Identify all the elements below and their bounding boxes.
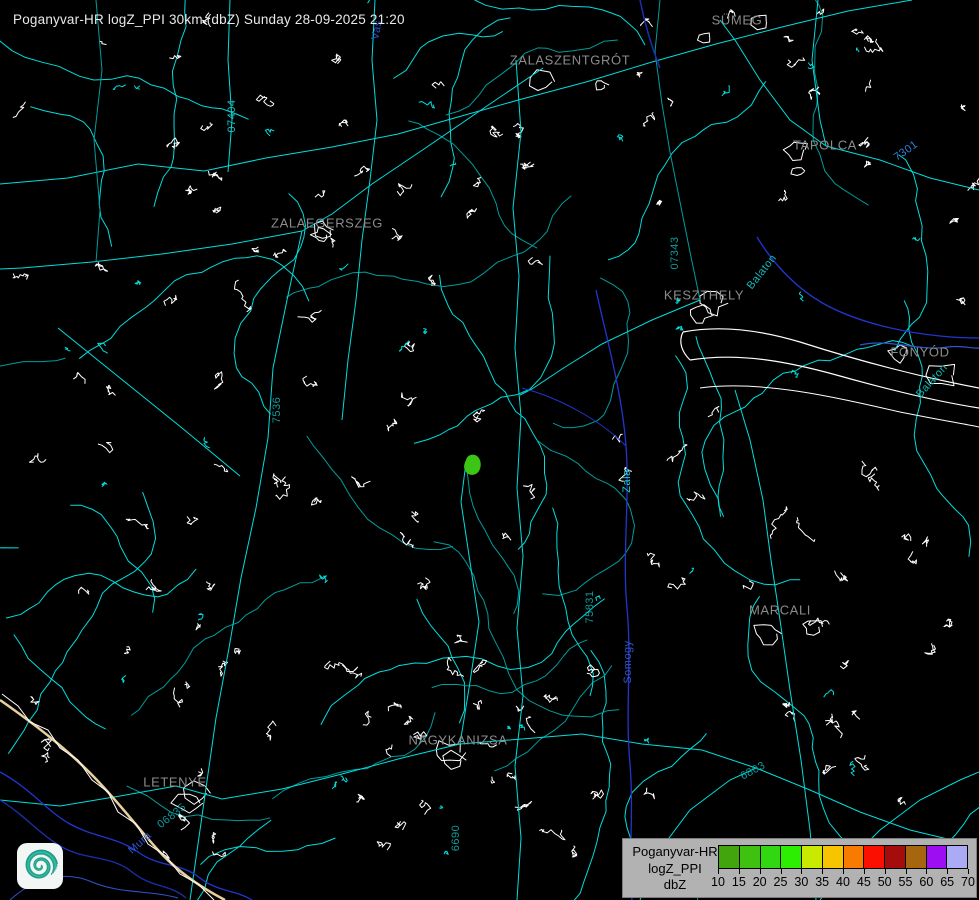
radar-screen: SÜMEG ZALASZENTGRÓT TAPOLCA ZALAEGERSZEG KES… (0, 0, 979, 900)
legend-color-cell (927, 845, 948, 869)
legend-color-cell (906, 845, 927, 869)
place-label: MARCALI (749, 603, 811, 618)
legend-tick-mark (843, 869, 844, 874)
legend-tick-label: 50 (878, 875, 892, 889)
legend-tick-mark (926, 869, 927, 874)
place-label: TAPOLCA (793, 138, 857, 153)
legend-color-cell (761, 845, 782, 869)
place-label: ZALASZENTGRÓT (510, 53, 630, 68)
legend-color-cell (864, 845, 885, 869)
road-label: 6690 (450, 825, 462, 851)
road-label: 7301 (892, 138, 921, 163)
legend-tick-label: 65 (940, 875, 954, 889)
map-labels-layer: SÜMEG ZALASZENTGRÓT TAPOLCA ZALAEGERSZEG KES… (0, 0, 979, 900)
road-label: 6803 (738, 759, 767, 782)
legend-tick-label: 30 (794, 875, 808, 889)
legend-radar-name: Poganyvar-HR (629, 844, 721, 861)
legend-tick-mark (739, 869, 740, 874)
legend-color-cell (802, 845, 823, 869)
place-label: FONYÓD (890, 345, 949, 360)
place-label: ZALAEGERSZEG (271, 216, 383, 231)
legend-tick-mark (801, 869, 802, 874)
legend-color-cell (823, 845, 844, 869)
legend-text-block: Poganyvar-HR logZ_PPI dbZ (629, 844, 721, 894)
legend-tick-label: 15 (732, 875, 746, 889)
road-label: Zala (621, 469, 633, 492)
legend-tick-mark (718, 869, 719, 874)
legend-tick-mark (760, 869, 761, 874)
road-label: 07343 (669, 236, 681, 269)
legend-tick-mark (968, 869, 969, 874)
legend-color-cell (718, 845, 740, 869)
road-label: Balaton (914, 362, 950, 400)
legend-color-cell (885, 845, 906, 869)
legend-tick-label: 45 (857, 875, 871, 889)
legend-color-cell (947, 845, 968, 869)
legend-tick-mark (864, 869, 865, 874)
legend-panel: Poganyvar-HR logZ_PPI dbZ 10 15 20 25 30 35 40… (622, 838, 977, 898)
road-label: Somogy (622, 640, 634, 683)
road-label: 75831 (584, 590, 596, 623)
road-label: 06835 (155, 801, 188, 831)
legend-tick-label: 20 (753, 875, 767, 889)
legend-tick-mark (822, 869, 823, 874)
legend-tick-label: 35 (815, 875, 829, 889)
legend-product: logZ_PPI (629, 861, 721, 878)
legend-color-cell (844, 845, 865, 869)
place-label: LETENYE (143, 775, 206, 790)
road-label: 07404 (226, 99, 238, 132)
legend-scale: 10152025303540455055606570 (718, 845, 968, 893)
legend-tick-label: 60 (919, 875, 933, 889)
legend-tick-mark (947, 869, 948, 874)
legend-tick-label: 25 (774, 875, 788, 889)
place-label: NAGYKANIZSA (408, 733, 507, 748)
legend-tick-row: 10152025303540455055606570 (718, 869, 968, 893)
place-label: SÜMEG (712, 13, 763, 28)
legend-tick-label: 70 (961, 875, 975, 889)
weather-app-logo[interactable] (17, 843, 63, 889)
radar-title: Poganyvar-HR logZ_PPI 30km (dbZ) Sunday … (13, 12, 405, 27)
legend-tick-mark (906, 869, 907, 874)
legend-color-bar (718, 845, 968, 869)
weather-spiral-icon (20, 846, 60, 886)
road-label: Balaton (745, 252, 780, 292)
legend-color-cell (781, 845, 802, 869)
legend-tick-label: 40 (836, 875, 850, 889)
legend-unit: dbZ (629, 877, 721, 894)
legend-color-cell (740, 845, 761, 869)
road-label: 7536 (271, 397, 283, 423)
legend-tick-label: 55 (899, 875, 913, 889)
place-label: KESZTHELY (664, 288, 744, 303)
legend-tick-label: 10 (711, 875, 725, 889)
legend-tick-mark (885, 869, 886, 874)
road-label: Mura (126, 829, 154, 856)
legend-tick-mark (781, 869, 782, 874)
